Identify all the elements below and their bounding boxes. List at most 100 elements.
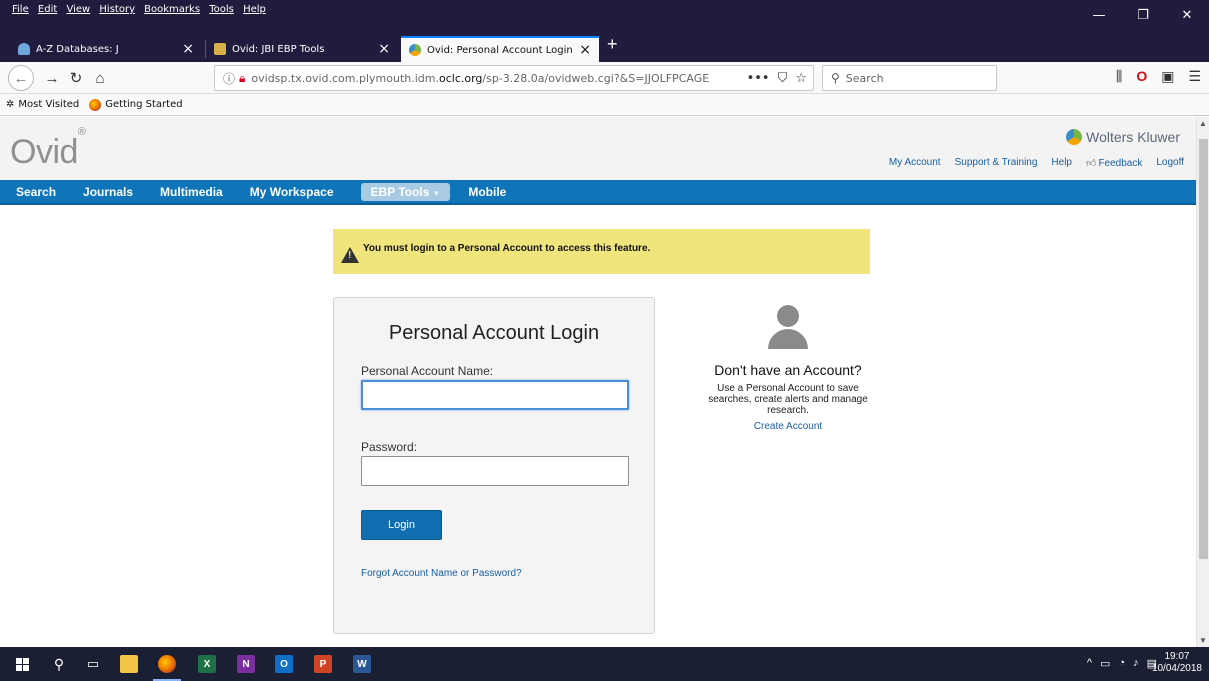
my-account-link[interactable]: My Account: [889, 157, 941, 169]
thumbs-up-icon: 👍︎: [1086, 158, 1097, 169]
excel-icon[interactable]: X: [198, 655, 216, 673]
close-tab-icon[interactable]: ×: [182, 41, 194, 57]
support-training-link[interactable]: Support & Training: [955, 157, 1038, 169]
system-clock[interactable]: 19:07 10/04/2018: [1152, 651, 1202, 675]
tab-label: A-Z Databases: J: [36, 43, 119, 55]
library-icon[interactable]: ⫼: [1116, 68, 1122, 85]
bookmark-most-visited[interactable]: ✲ Most Visited: [6, 99, 79, 110]
menu-view[interactable]: View: [63, 0, 93, 17]
help-link[interactable]: Help: [1051, 157, 1072, 169]
bookmarks-bar: ✲ Most Visited Getting Started: [0, 94, 1209, 116]
insecure-lock-icon[interactable]: 🔒︎: [239, 71, 245, 86]
ovid-favicon-icon: [214, 43, 226, 55]
menu-bookmarks[interactable]: Bookmarks: [141, 0, 203, 17]
outlook-icon[interactable]: O: [275, 655, 293, 673]
login-title: Personal Account Login: [388, 322, 600, 344]
home-button[interactable]: ⌂: [88, 67, 112, 89]
menu-file[interactable]: File: [9, 0, 32, 17]
forward-button[interactable]: →: [40, 67, 64, 89]
system-tray: ^ ▭ ◔ ♪ ▤: [1087, 657, 1157, 670]
scrollbar-thumb[interactable]: [1199, 139, 1208, 559]
restore-button[interactable]: ❐: [1121, 0, 1165, 30]
header-links: My Account Support & Training Help 👍︎ Fee…: [889, 157, 1184, 169]
dropdown-caret-icon: ▼: [432, 188, 441, 198]
task-view-icon[interactable]: ▭: [84, 655, 102, 673]
password-label: Password:: [361, 440, 418, 454]
hamburger-menu-icon[interactable]: ☰: [1188, 68, 1201, 85]
battery-icon[interactable]: ▭: [1100, 657, 1110, 670]
page-scrollbar[interactable]: ▲ ▼: [1196, 117, 1209, 647]
nav-multimedia[interactable]: Multimedia: [160, 185, 223, 199]
cloud-icon: [18, 43, 30, 55]
page-content: Ovid® Wolters Kluwer My Account Support …: [0, 117, 1196, 647]
login-required-alert: You must login to a Personal Account to …: [333, 229, 870, 274]
tab-jbi-ebp-tools[interactable]: Ovid: JBI EBP Tools ×: [206, 36, 398, 62]
menu-tools[interactable]: Tools: [206, 0, 237, 17]
info-icon[interactable]: ⓘ: [223, 70, 235, 87]
wolters-kluwer-favicon-icon: [409, 44, 421, 56]
wolters-kluwer-logo[interactable]: Wolters Kluwer: [1066, 129, 1180, 145]
search-placeholder: Search: [845, 71, 884, 85]
file-explorer-icon[interactable]: [120, 655, 138, 673]
ovid-logo[interactable]: Ovid®: [10, 126, 86, 172]
wifi-icon[interactable]: ◔: [1118, 657, 1125, 670]
opera-icon[interactable]: O: [1136, 68, 1147, 85]
tab-label: Ovid: Personal Account Login: [427, 44, 573, 56]
logoff-link[interactable]: Logoff: [1156, 157, 1184, 169]
windows-start-icon[interactable]: [13, 655, 31, 673]
forgot-credentials-link[interactable]: Forgot Account Name or Password?: [361, 568, 522, 579]
close-tab-icon[interactable]: ×: [579, 42, 591, 58]
close-window-button[interactable]: ✕: [1165, 0, 1209, 30]
clock-time: 19:07: [1164, 651, 1190, 662]
pocket-icon[interactable]: ⛉: [778, 71, 788, 86]
sidebar-icon[interactable]: ▣: [1161, 68, 1174, 85]
browser-search-field[interactable]: ⚲ Search: [822, 65, 997, 91]
bookmark-star-icon[interactable]: ☆: [795, 71, 807, 86]
page-actions-icon[interactable]: •••: [747, 71, 770, 86]
search-icon[interactable]: ⚲: [50, 655, 68, 673]
person-icon: [768, 305, 808, 349]
new-tab-button[interactable]: +: [607, 34, 618, 55]
close-tab-icon[interactable]: ×: [378, 41, 390, 57]
scroll-down-icon[interactable]: ▼: [1199, 636, 1207, 645]
tab-personal-account-login[interactable]: Ovid: Personal Account Login ×: [401, 36, 599, 62]
password-input[interactable]: [361, 456, 629, 486]
account-name-input[interactable]: [361, 380, 629, 410]
tab-az-databases[interactable]: A-Z Databases: J ×: [10, 36, 202, 62]
menu-help[interactable]: Help: [240, 0, 269, 17]
login-panel: Personal Account Login Personal Account …: [333, 297, 655, 634]
back-button[interactable]: ←: [8, 65, 34, 91]
browser-navbar: ← → ↻ ⌂ ⓘ 🔒︎ ovidsp.tx.ovid.com.plymouth…: [0, 62, 1209, 94]
url-text[interactable]: ovidsp.tx.ovid.com.plymouth.idm.oclc.org…: [251, 72, 731, 85]
firefox-icon[interactable]: [158, 655, 176, 673]
nav-my-workspace[interactable]: My Workspace: [250, 185, 334, 199]
account-name-label: Personal Account Name:: [361, 364, 494, 378]
menu-edit[interactable]: Edit: [35, 0, 60, 17]
bookmark-getting-started[interactable]: Getting Started: [89, 98, 183, 111]
onenote-icon[interactable]: N: [237, 655, 255, 673]
nav-ebp-tools[interactable]: EBP Tools ▼: [360, 182, 451, 201]
reload-button[interactable]: ↻: [64, 67, 88, 89]
word-icon[interactable]: W: [353, 655, 371, 673]
create-account-panel: Don't have an Account? Use a Personal Ac…: [696, 297, 880, 432]
minimize-button[interactable]: —: [1077, 0, 1121, 30]
ovid-header: Ovid® Wolters Kluwer My Account Support …: [0, 117, 1196, 180]
firefox-icon: [89, 98, 102, 111]
scroll-up-icon[interactable]: ▲: [1199, 119, 1207, 128]
gear-icon: ✲: [6, 99, 15, 110]
signup-description: Use a Personal Account to save searches,…: [708, 383, 868, 416]
menu-history[interactable]: History: [96, 0, 138, 17]
nav-search[interactable]: Search: [16, 185, 56, 199]
nav-journals[interactable]: Journals: [83, 185, 133, 199]
warning-icon: [341, 246, 359, 263]
powerpoint-icon[interactable]: P: [314, 655, 332, 673]
alert-message: You must login to a Personal Account to …: [363, 243, 651, 254]
volume-icon[interactable]: ♪: [1133, 657, 1139, 670]
create-account-link[interactable]: Create Account: [696, 421, 880, 432]
chevron-up-icon[interactable]: ^: [1087, 657, 1092, 670]
url-bar[interactable]: ⓘ 🔒︎ ovidsp.tx.ovid.com.plymouth.idm.ocl…: [214, 65, 814, 91]
login-button[interactable]: Login: [361, 510, 442, 540]
feedback-link[interactable]: 👍︎ Feedback: [1086, 157, 1142, 169]
search-icon: ⚲: [831, 71, 840, 85]
nav-mobile[interactable]: Mobile: [468, 185, 506, 199]
